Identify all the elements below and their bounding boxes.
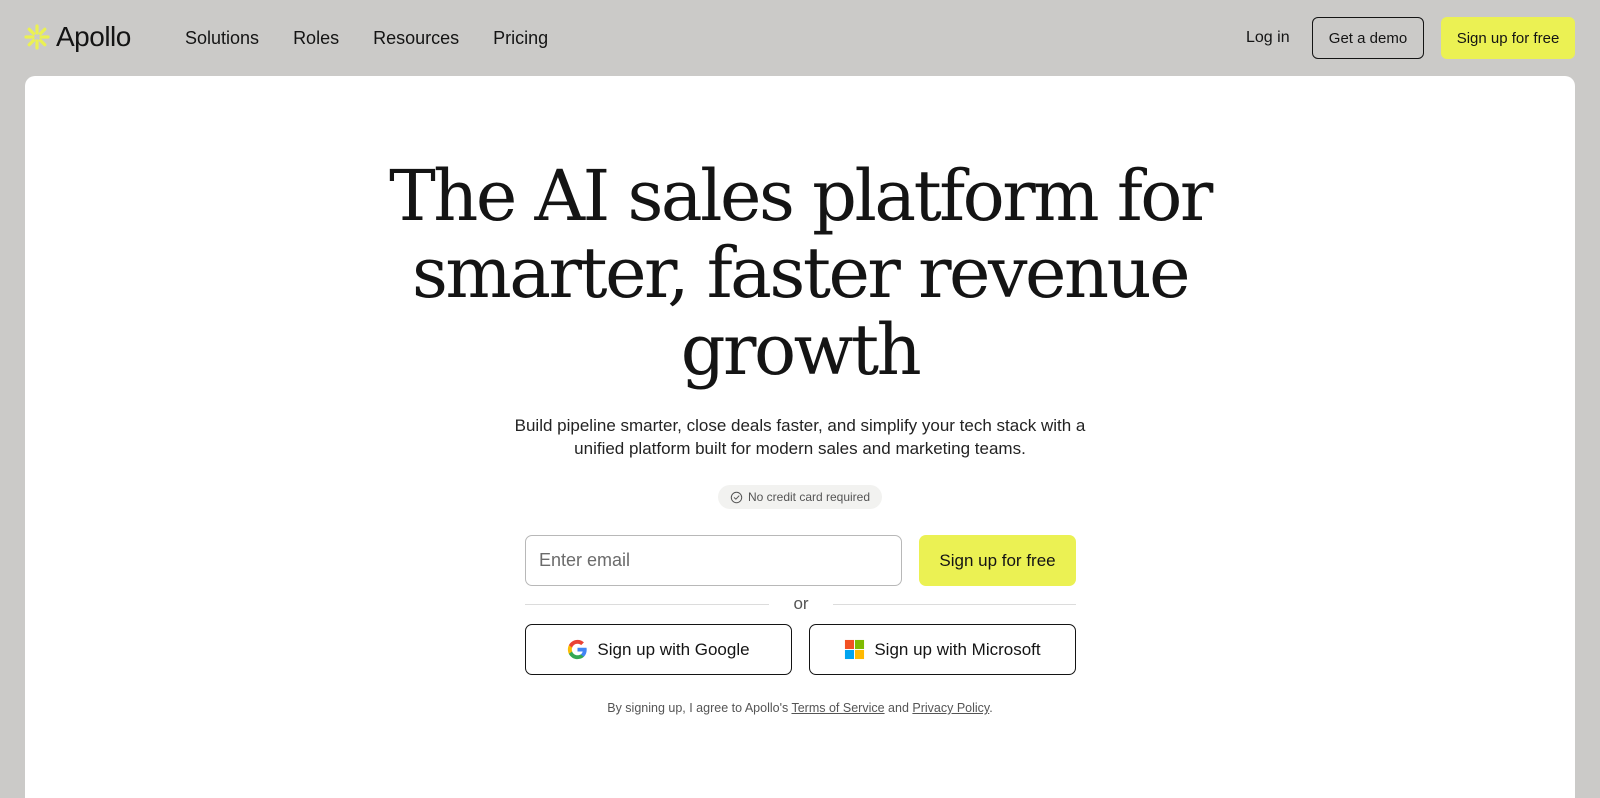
email-input[interactable]: [525, 535, 902, 586]
google-g-icon: [568, 639, 588, 660]
hero-headline-line-2: smarter, faster revenue: [411, 232, 1191, 314]
header-sign-up-button[interactable]: Sign up for free: [1441, 17, 1575, 59]
no-credit-card-badge: No credit card required: [718, 485, 882, 509]
brand-name: Apollo: [56, 21, 131, 52]
nav-solutions[interactable]: Solutions: [185, 26, 259, 50]
top-navigation-bar: Apollo Solutions Roles Resources Pricing…: [0, 0, 1600, 76]
badge-text: No credit card required: [747, 490, 871, 504]
legal-and: and: [888, 701, 909, 715]
sign-up-with-microsoft-button[interactable]: Sign up with Microsoft: [809, 624, 1076, 675]
log-in-link[interactable]: Log in: [1246, 27, 1290, 49]
hero-headline-line-1: The AI sales platform for: [389, 155, 1213, 237]
sign-up-with-google-button[interactable]: Sign up with Google: [525, 624, 792, 675]
check-circle-icon: [730, 491, 743, 503]
hero-subtitle: Build pipeline smarter, close deals fast…: [514, 416, 1086, 458]
legal-prefix: By signing up, I agree to Apollo's: [607, 701, 789, 715]
hero-headline-line-3: growth: [680, 309, 922, 391]
apollo-logo[interactable]: Apollo: [24, 20, 131, 54]
hero-card: The AI sales platform for smarter, faste…: [25, 76, 1575, 798]
nav-pricing[interactable]: Pricing: [493, 26, 548, 50]
microsoft-logo-icon: [845, 639, 865, 660]
google-button-label: Sign up with Google: [597, 639, 750, 659]
microsoft-button-label: Sign up with Microsoft: [874, 639, 1041, 659]
divider-or-text: or: [793, 594, 809, 613]
divider-left: [525, 604, 769, 605]
terms-of-service-link[interactable]: Terms of Service: [791, 701, 884, 715]
nav-resources[interactable]: Resources: [373, 26, 459, 50]
sign-up-button[interactable]: Sign up for free: [919, 535, 1076, 586]
legal-disclaimer: By signing up, I agree to Apollo's Terms…: [25, 700, 1575, 716]
main-nav: Solutions Roles Resources Pricing: [185, 26, 548, 50]
get-a-demo-button[interactable]: Get a demo: [1312, 17, 1424, 59]
divider-right: [833, 604, 1076, 605]
hero-headline: The AI sales platform for smarter, faste…: [25, 158, 1575, 389]
privacy-policy-link[interactable]: Privacy Policy: [912, 701, 989, 715]
nav-roles[interactable]: Roles: [293, 26, 339, 50]
apollo-star-icon: [24, 24, 50, 50]
legal-suffix: .: [989, 701, 993, 715]
